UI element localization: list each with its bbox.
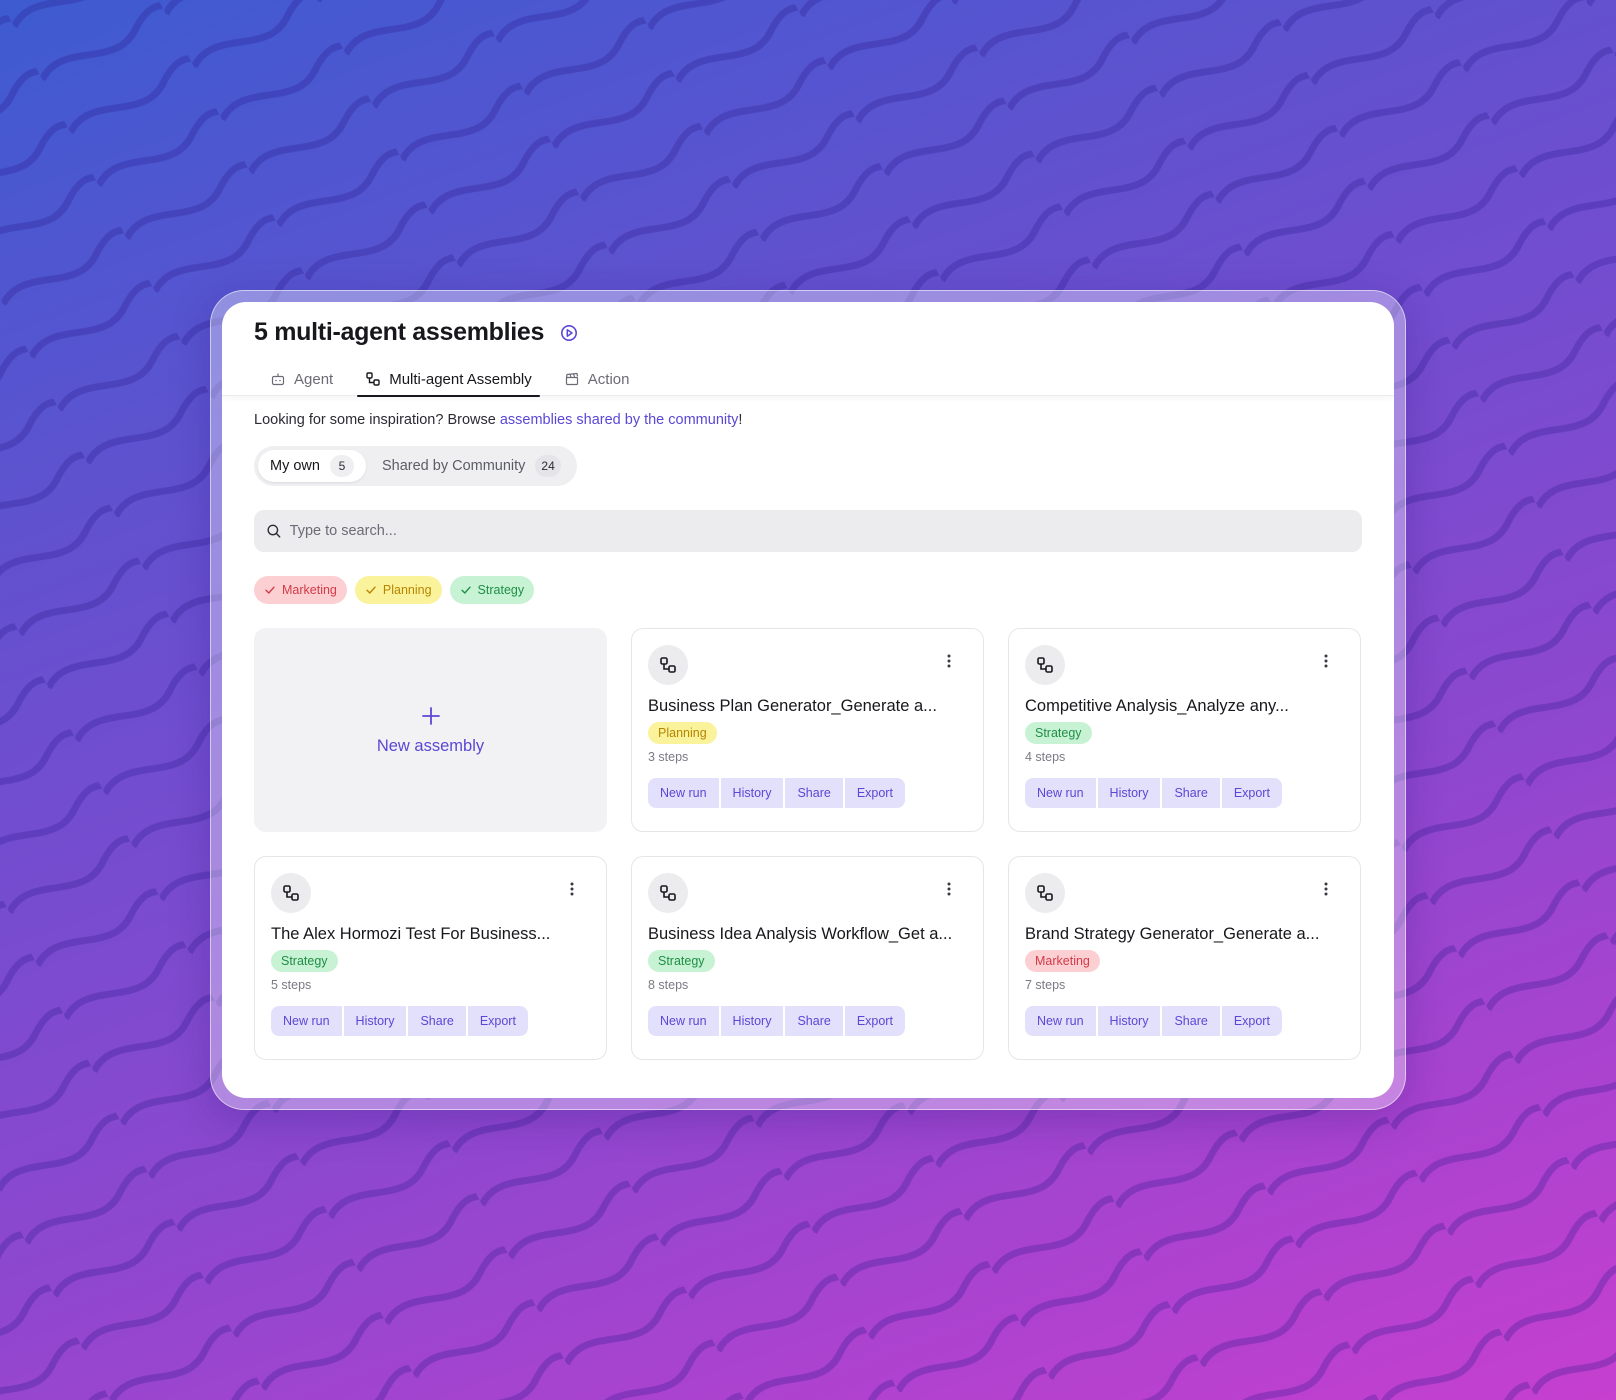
export-button[interactable]: Export [1221, 1006, 1282, 1036]
inspiration-prefix: Looking for some inspiration? Browse [254, 412, 500, 428]
tab-action-label: Action [587, 370, 630, 388]
header: 5 multi-agent assemblies Agent Multi-age… [222, 302, 1394, 397]
inspiration-suffix: ! [738, 412, 743, 428]
tab-action[interactable]: Action [548, 362, 646, 396]
ownership-segmented-control: My own 5 Shared by Community 24 [254, 446, 577, 486]
card-title: Competitive Analysis_Analyze any... [1025, 697, 1289, 715]
main-window: 5 multi-agent assemblies Agent Multi-age… [222, 302, 1394, 1098]
title-row: 5 multi-agent assemblies [254, 318, 578, 347]
card-tag: Marketing [1025, 950, 1100, 972]
bot-icon [271, 373, 285, 386]
inspiration-text: Looking for some inspiration? Browse ass… [254, 412, 1362, 428]
new-run-button[interactable]: New run [271, 1006, 342, 1036]
assembly-card[interactable]: Business Idea Analysis Workflow_Get a...… [631, 856, 984, 1060]
page-title: 5 multi-agent assemblies [254, 318, 545, 346]
card-title: Business Idea Analysis Workflow_Get a... [648, 925, 953, 943]
assembly-icon [271, 873, 311, 913]
filter-marketing[interactable]: Marketing [254, 576, 347, 604]
export-button[interactable]: Export [467, 1006, 528, 1036]
share-button[interactable]: Share [785, 1006, 843, 1036]
filter-strategy-label: Strategy [477, 583, 525, 597]
tab-multi-agent-assembly[interactable]: Multi-agent Assembly [349, 362, 548, 397]
check-icon [366, 586, 376, 594]
check-icon [265, 586, 275, 594]
segment-my-own-count: 5 [329, 455, 354, 477]
tab-bar: Agent Multi-agent Assembly Action [254, 362, 646, 397]
filter-marketing-label: Marketing [282, 583, 337, 597]
segment-my-own-label: My own [270, 458, 320, 474]
content: Looking for some inspiration? Browse ass… [222, 412, 1394, 1060]
assembly-card[interactable]: Business Plan Generator_Generate a... Pl… [631, 628, 984, 832]
assembly-icon [648, 645, 688, 685]
history-button[interactable]: History [720, 1006, 784, 1036]
segment-shared-label: Shared by Community [381, 458, 526, 474]
new-assembly-label: New assembly [376, 736, 485, 755]
tab-multi-agent-assembly-label: Multi-agent Assembly [389, 370, 532, 388]
assembly-icon [1025, 873, 1065, 913]
export-button[interactable]: Export [844, 1006, 905, 1036]
new-run-button[interactable]: New run [1025, 778, 1096, 808]
new-assembly-card[interactable]: New assembly [254, 628, 607, 832]
card-title: Brand Strategy Generator_Generate a... [1025, 925, 1320, 943]
assembly-icon [1025, 645, 1065, 685]
new-run-button[interactable]: New run [1025, 1006, 1096, 1036]
card-actions: New run History Share Export [1025, 1006, 1344, 1036]
card-title: Business Plan Generator_Generate a... [648, 697, 937, 715]
segment-shared-by-community[interactable]: Shared by Community 24 [370, 450, 573, 482]
card-steps: 7 steps [1025, 978, 1066, 992]
card-tag: Planning [648, 722, 717, 744]
card-tag: Strategy [1025, 722, 1092, 744]
assembly-card[interactable]: Brand Strategy Generator_Generate a... M… [1008, 856, 1361, 1060]
card-title: The Alex Hormozi Test For Business... [271, 925, 551, 943]
new-run-button[interactable]: New run [648, 778, 719, 808]
new-run-button[interactable]: New run [648, 1006, 719, 1036]
assembly-card[interactable]: The Alex Hormozi Test For Business... St… [254, 856, 607, 1060]
more-vertical-icon[interactable] [564, 881, 580, 897]
search-icon [267, 524, 281, 538]
card-actions: New run History Share Export [648, 778, 967, 808]
share-button[interactable]: Share [408, 1006, 466, 1036]
tab-agent[interactable]: Agent [254, 362, 349, 396]
card-tag: Strategy [271, 950, 338, 972]
history-button[interactable]: History [343, 1006, 407, 1036]
tab-agent-label: Agent [294, 370, 334, 388]
share-button[interactable]: Share [1162, 1006, 1220, 1036]
history-button[interactable]: History [720, 778, 784, 808]
card-steps: 4 steps [1025, 750, 1066, 764]
check-icon [460, 586, 471, 594]
card-steps: 8 steps [648, 978, 689, 992]
assembly-icon [366, 372, 380, 386]
search-input[interactable] [289, 523, 1350, 539]
assembly-card[interactable]: Competitive Analysis_Analyze any... Stra… [1008, 628, 1361, 832]
community-link[interactable]: assemblies shared by the community [500, 412, 739, 428]
share-button[interactable]: Share [785, 778, 843, 808]
filter-chips: Marketing Planning Strategy [254, 576, 1362, 604]
more-vertical-icon[interactable] [1318, 881, 1334, 897]
export-button[interactable]: Export [844, 778, 905, 808]
segment-shared-count: 24 [535, 455, 561, 477]
more-vertical-icon[interactable] [941, 653, 957, 669]
filter-planning[interactable]: Planning [354, 576, 442, 604]
card-steps: 3 steps [648, 750, 689, 764]
assembly-icon [648, 873, 688, 913]
search-bar [254, 510, 1362, 552]
history-button[interactable]: History [1097, 778, 1161, 808]
more-vertical-icon[interactable] [941, 881, 957, 897]
filter-planning-label: Planning [382, 583, 432, 597]
clapperboard-icon [565, 372, 578, 386]
card-actions: New run History Share Export [1025, 778, 1344, 808]
card-actions: New run History Share Export [271, 1006, 590, 1036]
card-steps: 5 steps [271, 978, 312, 992]
assembly-grid: New assembly Business Plan Generator_Gen… [254, 628, 1362, 1060]
plus-icon [421, 706, 440, 725]
filter-strategy[interactable]: Strategy [449, 576, 535, 604]
history-button[interactable]: History [1097, 1006, 1161, 1036]
export-button[interactable]: Export [1221, 778, 1282, 808]
play-circle-icon[interactable] [560, 324, 578, 342]
more-vertical-icon[interactable] [1318, 653, 1334, 669]
segment-my-own[interactable]: My own 5 [258, 450, 366, 482]
card-actions: New run History Share Export [648, 1006, 967, 1036]
card-tag: Strategy [648, 950, 715, 972]
share-button[interactable]: Share [1162, 778, 1220, 808]
